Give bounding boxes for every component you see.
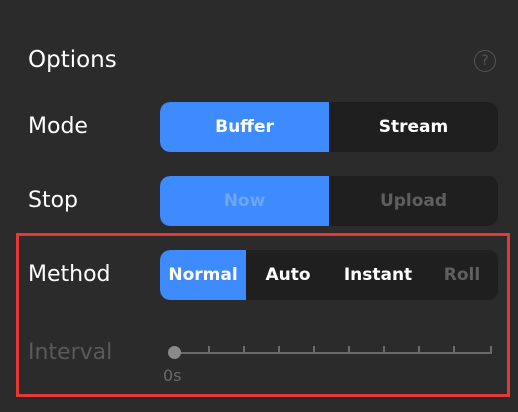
slider-tick xyxy=(243,346,245,353)
slider-tick xyxy=(383,346,385,353)
method-option-roll[interactable]: Roll xyxy=(426,250,498,300)
method-segmented-control: Normal Auto Instant Roll xyxy=(160,250,498,300)
method-option-normal[interactable]: Normal xyxy=(160,250,246,300)
slider-tick xyxy=(453,346,455,353)
slider-tick xyxy=(490,346,492,353)
interval-slider-track[interactable] xyxy=(176,352,492,354)
stop-segmented-control: Now Upload xyxy=(160,176,498,226)
help-icon[interactable]: ? xyxy=(474,50,496,72)
method-option-auto[interactable]: Auto xyxy=(246,250,330,300)
slider-tick xyxy=(313,346,315,353)
slider-tick xyxy=(348,346,350,353)
method-label: Method xyxy=(28,262,111,287)
options-panel: Options ? Mode Buffer Stream Stop Now Up… xyxy=(0,0,518,412)
interval-slider-handle[interactable] xyxy=(168,346,181,359)
interval-label: Interval xyxy=(28,340,113,365)
slider-tick xyxy=(208,346,210,353)
mode-option-buffer[interactable]: Buffer xyxy=(160,102,329,152)
panel-title: Options xyxy=(28,47,117,73)
stop-option-now[interactable]: Now xyxy=(160,176,329,226)
mode-option-stream[interactable]: Stream xyxy=(329,102,498,152)
mode-segmented-control: Buffer Stream xyxy=(160,102,498,152)
slider-tick xyxy=(278,346,280,353)
stop-label: Stop xyxy=(28,188,79,213)
stop-option-upload[interactable]: Upload xyxy=(329,176,498,226)
interval-value: 0s xyxy=(163,366,182,385)
slider-tick xyxy=(418,346,420,353)
mode-label: Mode xyxy=(28,114,88,139)
method-option-instant[interactable]: Instant xyxy=(330,250,426,300)
